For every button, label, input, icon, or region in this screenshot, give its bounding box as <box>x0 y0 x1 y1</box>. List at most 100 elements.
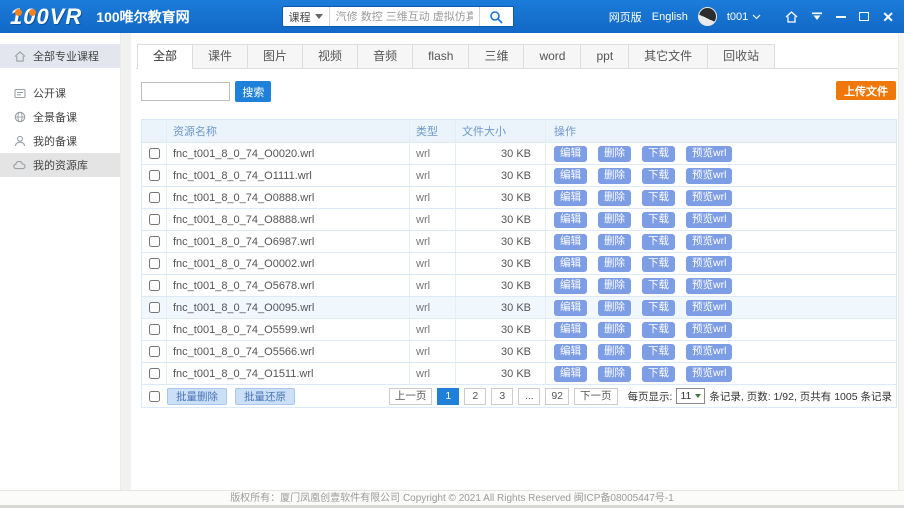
page-ellipsis[interactable]: ... <box>518 388 540 405</box>
download-button[interactable]: 下载 <box>642 322 675 338</box>
upload-file-button[interactable]: 上传文件 <box>836 81 896 100</box>
delete-button[interactable]: 删除 <box>598 234 631 250</box>
header-search-button[interactable] <box>479 7 513 26</box>
maximize-button[interactable] <box>859 12 869 21</box>
delete-button[interactable]: 删除 <box>598 146 631 162</box>
user-menu[interactable]: t001 <box>727 11 761 23</box>
preview-wrl-button[interactable]: 预览wrl <box>686 278 732 294</box>
preview-wrl-button[interactable]: 预览wrl <box>686 300 732 316</box>
download-button[interactable]: 下载 <box>642 344 675 360</box>
sidebar-item-all-courses[interactable]: 全部专业课程 <box>0 44 120 68</box>
row-checkbox[interactable] <box>149 280 160 291</box>
row-checkbox[interactable] <box>149 258 160 269</box>
page-button-1[interactable]: 1 <box>437 388 459 405</box>
preview-wrl-button[interactable]: 预览wrl <box>686 256 732 272</box>
row-checkbox[interactable] <box>149 170 160 181</box>
close-button[interactable]: ✕ <box>882 10 894 24</box>
row-checkbox[interactable] <box>149 214 160 225</box>
resource-search-input[interactable] <box>141 82 230 101</box>
download-button[interactable]: 下载 <box>642 366 675 382</box>
delete-button[interactable]: 删除 <box>598 256 631 272</box>
delete-button[interactable]: 删除 <box>598 322 631 338</box>
page-button-2[interactable]: 2 <box>464 388 486 405</box>
web-version-link[interactable]: 网页版 <box>609 9 642 25</box>
download-button[interactable]: 下载 <box>642 168 675 184</box>
tab-3d[interactable]: 三维 <box>468 44 524 68</box>
row-checkbox[interactable] <box>149 324 160 335</box>
english-link[interactable]: English <box>652 11 688 23</box>
preview-wrl-button[interactable]: 预览wrl <box>686 366 732 382</box>
tab-flash[interactable]: flash <box>412 44 469 68</box>
row-checkbox[interactable] <box>149 346 160 357</box>
tab-recycle-bin[interactable]: 回收站 <box>707 44 775 68</box>
delete-button[interactable]: 删除 <box>598 278 631 294</box>
home-button[interactable] <box>785 11 798 23</box>
avatar[interactable] <box>698 7 717 26</box>
preview-wrl-button[interactable]: 预览wrl <box>686 234 732 250</box>
edit-button[interactable]: 编辑 <box>554 256 587 272</box>
delete-button[interactable]: 删除 <box>598 366 631 382</box>
edit-button[interactable]: 编辑 <box>554 168 587 184</box>
preview-wrl-button[interactable]: 预览wrl <box>686 344 732 360</box>
row-checkbox[interactable] <box>149 368 160 379</box>
row-checkbox[interactable] <box>149 236 160 247</box>
preview-wrl-button[interactable]: 预览wrl <box>686 168 732 184</box>
page-button-3[interactable]: 3 <box>491 388 513 405</box>
sidebar-item-my-prep[interactable]: 我的备课 <box>0 129 120 153</box>
minimize-button[interactable] <box>836 16 846 18</box>
header-search-input[interactable] <box>330 11 479 23</box>
delete-button[interactable]: 删除 <box>598 212 631 228</box>
edit-button[interactable]: 编辑 <box>554 234 587 250</box>
edit-button[interactable]: 编辑 <box>554 190 587 206</box>
edit-button[interactable]: 编辑 <box>554 146 587 162</box>
download-button[interactable]: 下载 <box>642 212 675 228</box>
sidebar-item-panorama-prep[interactable]: 全景备课 <box>0 105 120 129</box>
resource-type: wrl <box>410 231 456 252</box>
tab-courseware[interactable]: 课件 <box>192 44 248 68</box>
tab-other-files[interactable]: 其它文件 <box>628 44 708 68</box>
preview-wrl-button[interactable]: 预览wrl <box>686 322 732 338</box>
edit-button[interactable]: 编辑 <box>554 278 587 294</box>
skin-dropdown-button[interactable] <box>811 12 823 21</box>
preview-wrl-button[interactable]: 预览wrl <box>686 212 732 228</box>
search-category-dropdown[interactable]: 课程 <box>283 7 330 26</box>
select-all-checkbox[interactable] <box>149 391 160 402</box>
prev-page-button[interactable]: 上一页 <box>389 388 433 405</box>
edit-button[interactable]: 编辑 <box>554 212 587 228</box>
tab-word[interactable]: word <box>523 44 581 68</box>
edit-button[interactable]: 编辑 <box>554 300 587 316</box>
row-checkbox[interactable] <box>149 148 160 159</box>
batch-restore-button[interactable]: 批量还原 <box>235 388 295 405</box>
batch-delete-button[interactable]: 批量删除 <box>167 388 227 405</box>
edit-button[interactable]: 编辑 <box>554 344 587 360</box>
tab-video[interactable]: 视频 <box>302 44 358 68</box>
next-page-button[interactable]: 下一页 <box>574 388 618 405</box>
download-button[interactable]: 下载 <box>642 300 675 316</box>
tab-ppt[interactable]: ppt <box>580 44 629 68</box>
row-checkbox[interactable] <box>149 302 160 313</box>
download-button[interactable]: 下载 <box>642 190 675 206</box>
logo[interactable]: 100VR 100唯尔教育网 <box>10 4 190 30</box>
preview-wrl-button[interactable]: 预览wrl <box>686 190 732 206</box>
edit-button[interactable]: 编辑 <box>554 322 587 338</box>
delete-button[interactable]: 删除 <box>598 300 631 316</box>
delete-button[interactable]: 删除 <box>598 190 631 206</box>
per-page-select[interactable]: 11 <box>676 388 705 404</box>
resource-search-button[interactable]: 搜索 <box>235 81 271 102</box>
edit-button[interactable]: 编辑 <box>554 366 587 382</box>
delete-button[interactable]: 删除 <box>598 168 631 184</box>
tab-image[interactable]: 图片 <box>247 44 303 68</box>
preview-wrl-button[interactable]: 预览wrl <box>686 146 732 162</box>
sidebar-item-my-resources[interactable]: 我的资源库 <box>0 153 120 177</box>
tab-all[interactable]: 全部 <box>137 44 193 69</box>
sidebar-item-public-courses[interactable]: 公开课 <box>0 81 120 105</box>
download-button[interactable]: 下载 <box>642 146 675 162</box>
delete-button[interactable]: 删除 <box>598 344 631 360</box>
download-button[interactable]: 下载 <box>642 278 675 294</box>
page-button-92[interactable]: 92 <box>545 388 569 405</box>
download-button[interactable]: 下载 <box>642 234 675 250</box>
row-checkbox[interactable] <box>149 192 160 203</box>
tab-audio[interactable]: 音频 <box>357 44 413 68</box>
scrollbar[interactable] <box>898 33 904 490</box>
download-button[interactable]: 下载 <box>642 256 675 272</box>
